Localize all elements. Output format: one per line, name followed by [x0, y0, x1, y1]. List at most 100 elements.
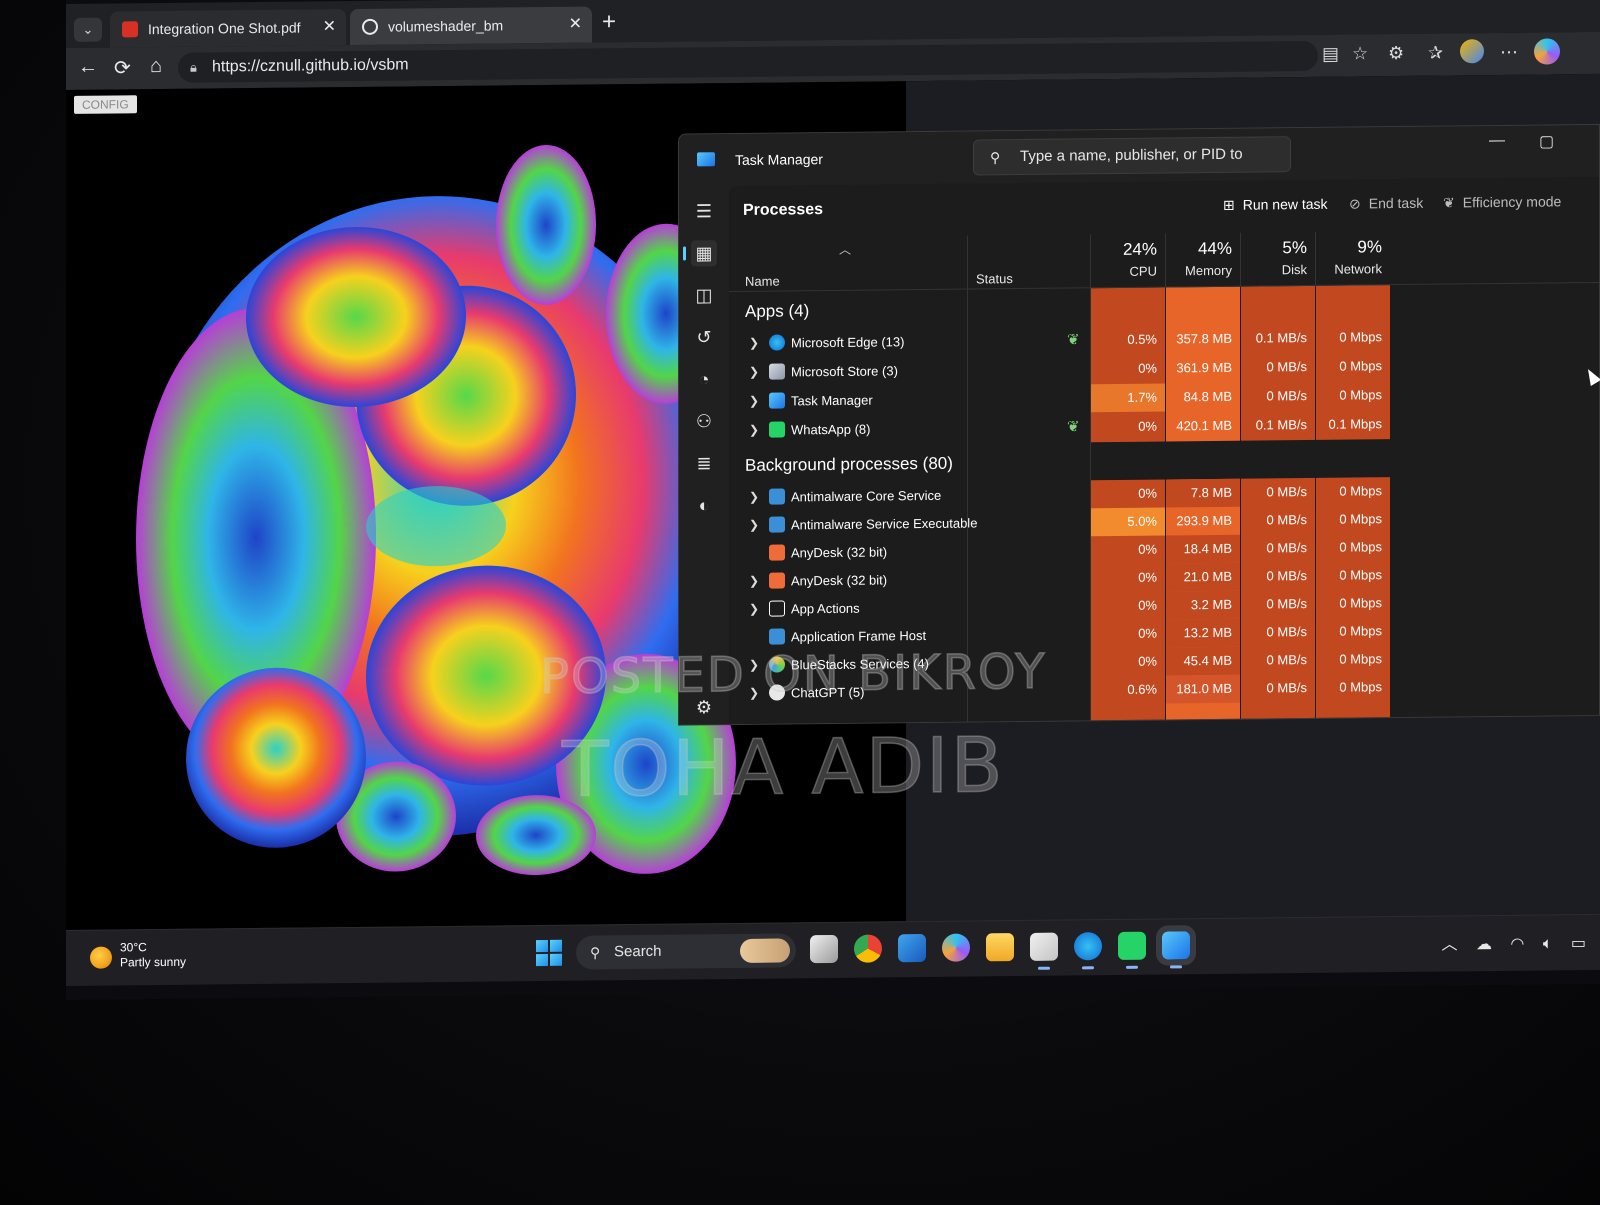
config-button[interactable]: CONFIG [74, 95, 137, 114]
expand-chevron-icon[interactable]: ❯ [749, 518, 759, 532]
efficiency-leaf-icon: ❦ [1067, 418, 1080, 436]
onedrive-icon[interactable]: ☁ [1476, 936, 1492, 953]
services-icon[interactable]: ◐ [691, 492, 717, 518]
expand-chevron-icon[interactable]: ❯ [749, 365, 759, 379]
cpu-value: 0% [1138, 485, 1157, 501]
column-header-row: ︿ Name Status 24% CPU 44% Memory 5% Disk… [729, 228, 1600, 293]
weather-widget[interactable]: 30°C Partly sunny [90, 940, 186, 971]
tab-integration-pdf[interactable]: Integration One Shot.pdf ✕ [110, 9, 346, 48]
cpu-column-header[interactable]: 24% CPU [1090, 233, 1165, 289]
run-new-task-button[interactable]: ⊞ Run new task [1223, 196, 1328, 214]
cpu-value: 0% [1138, 360, 1157, 376]
page-title: Processes [743, 201, 824, 219]
url-input[interactable]: 🔒︎ https://cznull.github.io/vsbm [178, 40, 1318, 83]
network-value: 0 Mbps [1339, 623, 1382, 639]
word-icon[interactable] [898, 933, 926, 963]
disk-value: 0 MB/s [1266, 652, 1307, 668]
minimize-icon[interactable]: — [1489, 132, 1505, 150]
process-name: AnyDesk (32 bit) [791, 544, 888, 561]
command-bar: Processes ⊞ Run new task ⊘ End task ❦ Effic… [729, 177, 1600, 236]
reading-mode-icon[interactable]: ▤ [1322, 44, 1339, 65]
favorites-icon[interactable]: ✰ [1428, 43, 1443, 64]
taskbar-search-label: Search [614, 942, 662, 961]
tab-volumeshader[interactable]: volumeshader_bm ✕ [350, 6, 592, 46]
disk-value: 0 MB/s [1266, 359, 1307, 375]
laptop-screen: ⌄ Integration One Shot.pdf ✕ volumeshade… [66, 0, 1600, 1000]
start-button-windows-icon[interactable] [536, 939, 562, 967]
edge-icon[interactable] [1074, 932, 1102, 961]
task-view-icon[interactable] [810, 934, 838, 964]
refresh-icon[interactable]: ⟳ [114, 55, 131, 80]
performance-icon[interactable]: ◫ [691, 282, 717, 308]
expand-chevron-icon[interactable]: ❯ [749, 602, 759, 616]
close-icon[interactable]: ✕ [323, 9, 336, 45]
chevron-up-icon[interactable]: ︿ [1441, 936, 1457, 953]
efficiency-mode-label: Efficiency mode [1462, 193, 1562, 211]
expand-chevron-icon[interactable]: ❯ [749, 490, 759, 504]
name-column-header[interactable]: ︿ Name [729, 236, 967, 292]
expand-chevron-icon[interactable]: ❯ [749, 574, 759, 588]
expand-chevron-icon[interactable]: ❯ [749, 336, 759, 350]
memory-value: 181.0 MB [1166, 674, 1240, 704]
expand-chevron-icon[interactable]: ❯ [749, 394, 759, 408]
cpu-value: 0.6% [1127, 681, 1157, 697]
back-icon[interactable]: ← [78, 56, 98, 79]
task-manager-icon[interactable] [1156, 925, 1196, 966]
anydesk-icon [769, 544, 785, 561]
maximize-icon[interactable]: ▢ [1539, 131, 1554, 151]
pdf-icon [122, 21, 138, 38]
disk-column-header[interactable]: 5% Disk [1240, 231, 1315, 287]
users-icon[interactable]: ⚇ [691, 408, 717, 434]
copilot-icon[interactable] [1534, 38, 1560, 65]
close-icon[interactable]: ✕ [569, 7, 582, 43]
navigation-rail: ☰ ▦ ◫ ↺ ◔ ⚇ ≣ ◐ ⚙ [679, 186, 729, 726]
chrome-icon[interactable] [854, 934, 882, 963]
details-icon[interactable]: ≣ [691, 450, 717, 476]
processes-icon[interactable]: ▦ [691, 240, 717, 267]
edge-icon [769, 334, 785, 351]
search-highlight-image [740, 938, 790, 963]
taskbar-search-box[interactable]: ⚲ Search [576, 933, 796, 970]
copilot-icon[interactable] [942, 933, 970, 962]
disk-value: 0 MB/s [1266, 540, 1307, 556]
end-task-button[interactable]: ⊘ End task [1349, 195, 1423, 213]
whatsapp-icon[interactable] [1118, 931, 1146, 960]
leaf-icon: ❦ [1443, 194, 1455, 211]
home-icon[interactable]: ⌂ [150, 55, 162, 78]
battery-icon[interactable]: ▭ [1571, 935, 1586, 952]
profile-icon[interactable] [1460, 39, 1484, 64]
tab-actions-chevron-icon[interactable]: ⌄ [74, 17, 102, 42]
file-explorer-icon[interactable] [986, 933, 1014, 962]
memory-value: 18.4 MB [1166, 534, 1240, 564]
startup-apps-icon[interactable]: ◔ [691, 366, 717, 392]
store-icon [769, 363, 785, 380]
volume-icon[interactable]: 🔈︎ [1543, 935, 1553, 952]
store-icon[interactable] [1030, 932, 1058, 961]
expand-chevron-icon[interactable]: ❯ [749, 423, 759, 437]
window-title: Task Manager [735, 151, 823, 168]
tab-label: Integration One Shot.pdf [148, 19, 301, 38]
hamburger-menu-icon[interactable]: ☰ [691, 198, 717, 224]
process-search-input[interactable]: ⚲ Type a name, publisher, or PID to sear… [973, 136, 1291, 199]
status-column-header[interactable]: Status [967, 234, 1091, 290]
network-value: 0 Mbps [1339, 539, 1382, 555]
network-column-header[interactable]: 9% Network [1315, 231, 1390, 286]
memory-column-header[interactable]: 44% Memory [1165, 232, 1240, 288]
more-icon[interactable]: ⋯ [1500, 42, 1518, 63]
partly-sunny-icon [90, 946, 112, 969]
extensions-icon[interactable]: ⚙ [1388, 43, 1404, 64]
memory-value: 13.2 MB [1166, 618, 1240, 648]
defender-icon [769, 488, 785, 505]
cpu-value: 0% [1138, 653, 1157, 669]
run-new-task-label: Run new task [1242, 195, 1328, 213]
network-total: 9% [1357, 237, 1382, 257]
wifi-icon[interactable]: ◠ [1510, 936, 1524, 953]
new-tab-button[interactable]: + [602, 8, 616, 36]
favorite-star-icon[interactable]: ☆ [1352, 43, 1368, 64]
memory-value: 84.8 MB [1183, 388, 1232, 405]
app-history-icon[interactable]: ↺ [691, 324, 717, 350]
efficiency-mode-button[interactable]: ❦ Efficiency mode [1443, 193, 1561, 211]
status-header-label: Status [976, 271, 1013, 287]
process-name: Antimalware Service Executable [791, 515, 978, 533]
watermark-line-1: POSTED ON BIKROY [539, 643, 1047, 706]
